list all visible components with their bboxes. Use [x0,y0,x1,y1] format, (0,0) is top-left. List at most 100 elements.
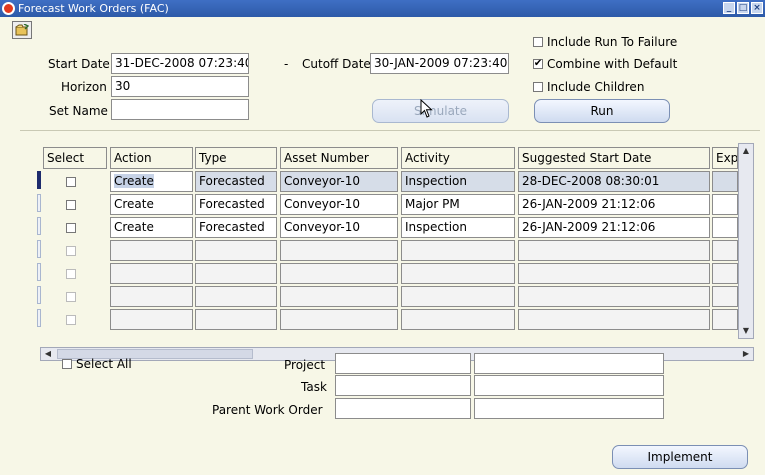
table-cell-activity[interactable] [401,286,515,307]
set-name-field[interactable] [111,99,249,120]
scroll-up-icon[interactable]: ▲ [739,144,753,158]
table-cell-asset-number[interactable] [280,309,398,330]
row-select-checkbox[interactable] [43,194,99,215]
open-folder-button[interactable] [12,21,32,39]
table-cell-asset-number[interactable]: Conveyor-10 [280,171,398,192]
table-cell-exp[interactable] [712,217,738,238]
row-select-checkbox[interactable] [43,217,99,238]
table-cell-action[interactable] [110,286,193,307]
project-description-field[interactable] [474,353,664,374]
column-header-suggested-start-date: Suggested Start Date [518,147,710,169]
form-window: Start Date 31-DEC-2008 07:23:40 - Cutoff… [0,17,765,475]
checkbox-box-disabled[interactable] [66,245,76,256]
checkbox-box[interactable] [66,176,76,187]
table-cell-suggested-start-date[interactable]: 28-DEC-2008 08:30:01 [518,171,710,192]
table-cell-activity[interactable]: Inspection [401,171,515,192]
table-cell-activity[interactable]: Major PM [401,194,515,215]
table-cell-action[interactable]: Create [110,217,193,238]
minimize-icon[interactable]: _ [723,2,735,14]
run-button[interactable]: Run [534,99,670,123]
table-cell-type[interactable] [195,240,277,261]
table-cell-action[interactable]: Create [110,194,193,215]
project-field[interactable] [335,353,471,374]
table-cell-suggested-start-date[interactable] [518,309,710,330]
task-description-field[interactable] [474,375,664,396]
table-cell-type[interactable] [195,286,277,307]
simulate-button[interactable]: Simulate [372,99,509,123]
table-cell-exp[interactable] [712,240,738,261]
table-cell-type[interactable]: Forecasted [195,194,277,215]
table-cell-action[interactable]: Create [110,171,193,192]
table-cell-exp[interactable] [712,309,738,330]
scroll-right-icon[interactable]: ▶ [739,347,753,361]
parent-work-order-description-field[interactable] [474,398,664,419]
row-select-checkbox[interactable] [43,171,99,192]
row-select-checkbox[interactable] [43,309,99,330]
maximize-icon[interactable]: □ [737,2,749,14]
include-run-to-failure-label: Include Run To Failure [547,35,678,49]
table-cell-activity[interactable] [401,240,515,261]
scroll-down-icon[interactable]: ▼ [739,324,753,338]
column-header-select: Select [43,147,107,169]
row-indicator[interactable] [37,217,41,235]
row-select-checkbox[interactable] [43,240,99,261]
scroll-left-icon[interactable]: ◀ [41,347,55,361]
checkbox-box-disabled[interactable] [66,268,76,279]
table-cell-asset-number[interactable] [280,240,398,261]
close-icon[interactable]: × [751,2,763,14]
table-cell-type[interactable] [195,263,277,284]
table-cell-asset-number[interactable] [280,286,398,307]
table-cell-action[interactable] [110,309,193,330]
table-cell-activity[interactable] [401,309,515,330]
table-cell-asset-number[interactable]: Conveyor-10 [280,194,398,215]
table-cell-type[interactable]: Forecasted [195,171,277,192]
include-children-checkbox[interactable]: Include Children [533,80,644,94]
cutoff-date-field[interactable]: 30-JAN-2009 07:23:40 [370,53,509,74]
table-cell-action[interactable] [110,240,193,261]
checkbox-box[interactable] [66,199,76,210]
open-folder-icon [15,24,29,36]
row-indicator[interactable] [37,309,41,327]
start-date-field[interactable]: 31-DEC-2008 07:23:40 [111,53,249,74]
checkbox-box[interactable] [66,222,76,233]
section-divider [20,130,760,131]
table-cell-suggested-start-date[interactable] [518,263,710,284]
table-cell-suggested-start-date[interactable] [518,286,710,307]
row-select-checkbox[interactable] [43,286,99,307]
table-cell-type[interactable] [195,309,277,330]
table-cell-suggested-start-date[interactable]: 26-JAN-2009 21:12:06 [518,217,710,238]
table-cell-suggested-start-date[interactable] [518,240,710,261]
row-indicator-current[interactable] [37,171,41,189]
table-cell-exp[interactable] [712,194,738,215]
table-cell-action[interactable] [110,263,193,284]
window-title: Forecast Work Orders (FAC) [18,2,169,15]
row-select-checkbox[interactable] [43,263,99,284]
row-indicator[interactable] [37,240,41,258]
table-cell-exp[interactable] [712,286,738,307]
horizon-field[interactable]: 30 [111,76,249,97]
row-indicator[interactable] [37,286,41,304]
table-cell-activity[interactable] [401,263,515,284]
vertical-scrollbar[interactable]: ▲ ▼ [738,143,754,339]
select-all-checkbox[interactable]: Select All [62,357,132,371]
task-field[interactable] [335,375,471,396]
combine-with-default-checkbox[interactable]: ✔ Combine with Default [533,57,677,71]
row-indicator[interactable] [37,263,41,281]
table-cell-activity[interactable]: Inspection [401,217,515,238]
checkbox-box-disabled[interactable] [66,291,76,302]
table-cell-asset-number[interactable] [280,263,398,284]
checkbox-box-disabled[interactable] [66,314,76,325]
table-cell-suggested-start-date[interactable]: 26-JAN-2009 21:12:06 [518,194,710,215]
implement-button[interactable]: Implement [612,445,748,469]
table-cell-exp[interactable] [712,263,738,284]
include-run-to-failure-checkbox[interactable]: Include Run To Failure [533,35,677,49]
checkbox-box[interactable] [62,359,72,369]
row-indicator[interactable] [37,194,41,212]
table-cell-exp[interactable] [712,171,738,192]
table-cell-type[interactable]: Forecasted [195,217,277,238]
checkbox-box[interactable] [533,82,543,92]
table-cell-asset-number[interactable]: Conveyor-10 [280,217,398,238]
checkbox-box[interactable] [533,37,543,47]
checkbox-box-checked[interactable]: ✔ [533,59,543,69]
parent-work-order-field[interactable] [335,398,471,419]
